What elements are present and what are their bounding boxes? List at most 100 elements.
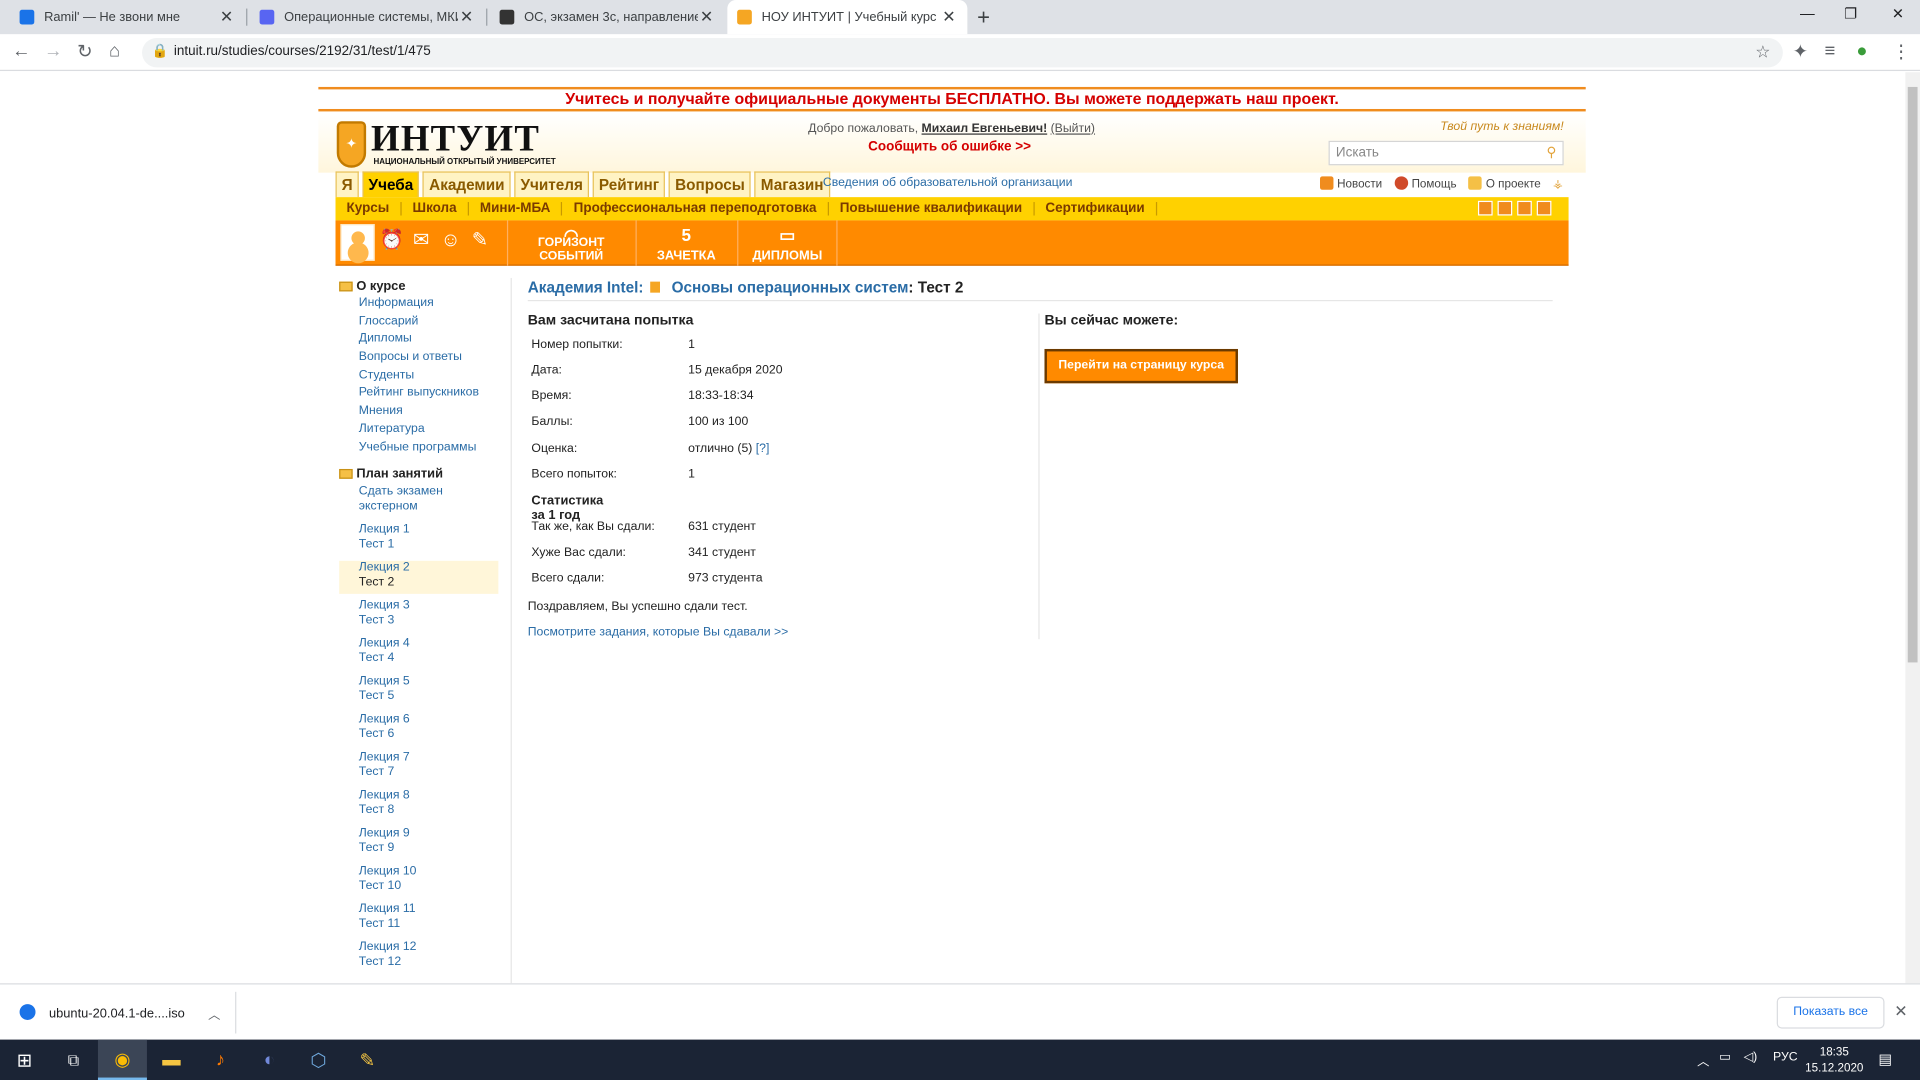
close-download-bar-icon[interactable]: ✕: [1894, 1002, 1907, 1022]
nav-tab-study[interactable]: Учеба: [362, 171, 420, 198]
go-to-course-button[interactable]: Перейти на страницу курса: [1044, 348, 1238, 384]
lecture-link[interactable]: Лекция 12: [339, 941, 498, 956]
sidebar-link-graduate-rating[interactable]: Рейтинг выпускников: [339, 386, 498, 404]
breadcrumb-academy[interactable]: Академия Intel:: [528, 279, 644, 296]
app-icon[interactable]: ✎: [343, 1040, 392, 1080]
fl-studio-icon[interactable]: ♪: [196, 1040, 245, 1080]
scrollbar-thumb[interactable]: [1907, 86, 1918, 663]
task-view-icon[interactable]: ⧉: [49, 1040, 98, 1080]
file-explorer-icon[interactable]: ▬: [147, 1040, 196, 1080]
search-input[interactable]: Искать ⚲: [1328, 140, 1564, 166]
intuit-logo[interactable]: ✦ ИНТУИТ НАЦИОНАЛЬНЫЙ ОТКРЫТЫЙ УНИВЕРСИТ…: [336, 119, 557, 170]
maximize-icon[interactable]: ❐: [1844, 5, 1857, 22]
menu-dots-icon[interactable]: ⋮: [1892, 40, 1910, 63]
profile-avatar-icon[interactable]: ●: [1856, 40, 1867, 61]
browser-tab[interactable]: ОС, экзамен 3с, направление 0 ✕: [490, 0, 725, 34]
about-link[interactable]: О проекте: [1468, 176, 1541, 191]
clock[interactable]: 18:35 15.12.2020: [1800, 1044, 1869, 1076]
test-link[interactable]: Тест 11: [339, 917, 498, 932]
close-window-icon[interactable]: ✕: [1892, 5, 1904, 22]
horizon-events-button[interactable]: ◠ ГОРИЗОНТ СОБЫТИЙ: [506, 220, 634, 266]
twitter-icon[interactable]: [1517, 200, 1532, 216]
help-link[interactable]: Помощь: [1394, 176, 1457, 191]
close-tab-icon[interactable]: ✕: [698, 7, 715, 27]
chrome-icon[interactable]: ◉: [97, 1039, 147, 1080]
report-error-link[interactable]: Сообщить об ошибке >>: [868, 140, 1031, 155]
page-scrollbar[interactable]: [1905, 72, 1920, 984]
diplomas-button[interactable]: ▭ ДИПЛОМЫ: [737, 220, 838, 266]
test-link[interactable]: Тест 4: [339, 652, 498, 667]
language-indicator[interactable]: РУС: [1773, 1051, 1798, 1064]
breadcrumb-course[interactable]: Основы операционных систем: [672, 279, 909, 296]
subnav-qualification[interactable]: Повышение квалификации: [829, 201, 1035, 216]
test-link[interactable]: Тест 1: [339, 538, 498, 553]
virtualbox-icon[interactable]: ⬡: [294, 1040, 343, 1080]
network-icon[interactable]: ▭: [1719, 1051, 1731, 1064]
sidebar-link-diplomas[interactable]: Дипломы: [339, 332, 498, 350]
sidebar-link-glossary[interactable]: Глоссарий: [339, 314, 498, 332]
lecture-link[interactable]: Лекция 9: [339, 827, 498, 842]
address-bar[interactable]: 🔒 intuit.ru/studies/courses/2192/31/test…: [142, 37, 1783, 68]
tray-chevron-icon[interactable]: ︿: [1697, 1051, 1709, 1069]
discord-icon[interactable]: ◐: [245, 1040, 294, 1080]
subnav-certification[interactable]: Сертификации: [1034, 201, 1157, 216]
facebook-icon[interactable]: [1497, 200, 1513, 216]
download-file-name[interactable]: ubuntu-20.04.1-de....iso: [49, 1007, 185, 1022]
sidebar-link-opinions[interactable]: Мнения: [339, 404, 498, 422]
volume-icon[interactable]: ◁): [1744, 1051, 1758, 1064]
sidebar-link-literature[interactable]: Литература: [339, 422, 498, 440]
nav-tab-me[interactable]: Я: [335, 171, 359, 198]
exam-externally-link[interactable]: Сдать экзамен экстерном: [339, 485, 498, 518]
lecture-link[interactable]: Лекция 3: [339, 599, 498, 614]
test-link[interactable]: Тест 12: [339, 955, 498, 970]
sidebar-link-info[interactable]: Информация: [339, 296, 498, 314]
pen-icon[interactable]: ✎: [468, 229, 492, 253]
nav-tab-academies[interactable]: Академии: [423, 171, 511, 198]
browser-tab-active[interactable]: НОУ ИНТУИТ | Учебный курс | С ✕: [727, 0, 968, 35]
test-link[interactable]: Тест 7: [339, 766, 498, 781]
news-link[interactable]: Новости: [1320, 176, 1382, 191]
mail-icon[interactable]: ✉: [409, 229, 433, 253]
test-link[interactable]: Тест 6: [339, 728, 498, 743]
show-all-downloads-button[interactable]: Показать все: [1776, 996, 1885, 1029]
notifications-icon[interactable]: ▤: [1878, 1051, 1892, 1068]
browser-tab[interactable]: Операционные системы, МКИС ✕: [250, 0, 485, 34]
alarm-clock-icon[interactable]: ⏰: [380, 229, 404, 253]
sidebar-link-programs[interactable]: Учебные программы: [339, 440, 498, 458]
lecture-link[interactable]: Лекция 11: [339, 903, 498, 918]
close-tab-icon[interactable]: ✕: [218, 7, 235, 27]
lecture-link[interactable]: Лекция 2: [339, 561, 498, 576]
back-icon[interactable]: ←: [12, 40, 30, 61]
see-tasks-link[interactable]: Посмотрите задания, которые Вы сдавали >…: [528, 626, 789, 639]
sitemap-icon[interactable]: ⚶: [1553, 177, 1563, 190]
exam-line-2[interactable]: экстерном: [339, 500, 498, 515]
lecture-link[interactable]: Лекция 5: [339, 675, 498, 690]
home-icon[interactable]: ⌂: [109, 40, 120, 61]
subnav-school[interactable]: Школа: [402, 201, 469, 216]
subnav-retraining[interactable]: Профессиональная переподготовка: [563, 201, 829, 216]
extensions-icon[interactable]: ✦: [1793, 40, 1808, 63]
test-link[interactable]: Тест 8: [339, 803, 498, 818]
nav-tab-rating[interactable]: Рейтинг: [592, 171, 666, 198]
windows-start-icon[interactable]: ⊞: [0, 1040, 49, 1080]
grade-help-link[interactable]: [?]: [756, 442, 770, 455]
avatar[interactable]: [340, 224, 375, 261]
test-link[interactable]: Тест 9: [339, 841, 498, 856]
subnav-courses[interactable]: Курсы: [336, 201, 402, 216]
vk-icon[interactable]: [1477, 200, 1493, 216]
user-name-link[interactable]: Михаил Евгеньевич!: [922, 122, 1048, 135]
media-icon[interactable]: ≡: [1824, 40, 1835, 61]
test-link[interactable]: Тест 10: [339, 879, 498, 894]
sidebar-link-students[interactable]: Студенты: [339, 368, 498, 386]
record-book-button[interactable]: 5 ЗАЧЕТКА: [635, 220, 736, 266]
test-link[interactable]: Тест 3: [339, 614, 498, 629]
lecture-link[interactable]: Лекция 4: [339, 637, 498, 652]
lecture-link[interactable]: Лекция 10: [339, 865, 498, 880]
reload-icon[interactable]: ↻: [77, 40, 92, 63]
close-tab-icon[interactable]: ✕: [940, 7, 957, 27]
org-info-link[interactable]: Сведения об образовательной организации: [823, 176, 1073, 189]
odnoklassniki-icon[interactable]: [1536, 200, 1552, 216]
exam-line-1[interactable]: Сдать экзамен: [339, 485, 498, 500]
close-tab-icon[interactable]: ✕: [458, 7, 475, 27]
new-tab-icon[interactable]: +: [977, 5, 990, 31]
